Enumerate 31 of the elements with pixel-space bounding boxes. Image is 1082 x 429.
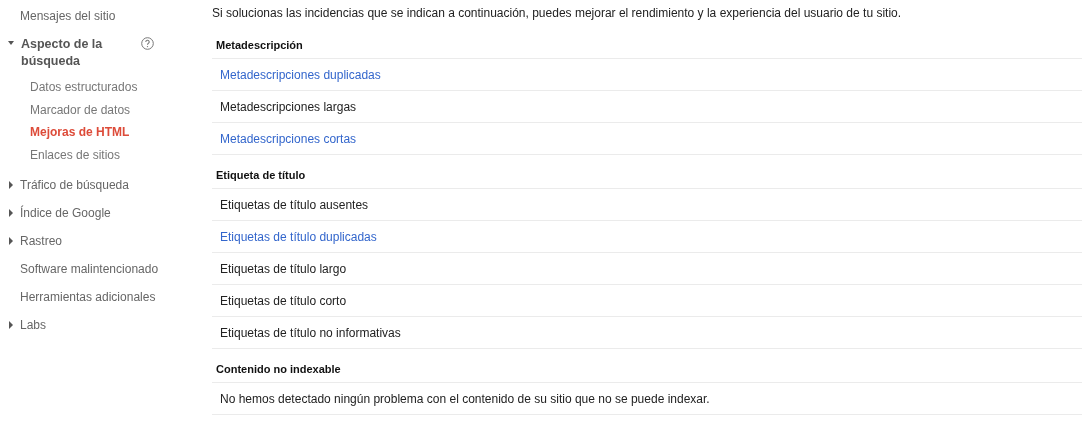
sidebar-item[interactable]: Índice de Google xyxy=(20,205,182,222)
sidebar-subitem[interactable]: Enlaces de sitios xyxy=(30,143,200,166)
issue-link[interactable]: Metadescripciones duplicadas xyxy=(220,67,381,82)
issue-link[interactable]: Etiquetas de título duplicadas xyxy=(220,229,377,244)
sidebar-item[interactable]: Software malintencionado xyxy=(20,261,182,278)
issue-text: No hemos detectado ningún problema con el contenido de su sitio que no se puede indexar. xyxy=(220,391,710,406)
issue-text: Etiquetas de título corto xyxy=(220,293,347,308)
expand-arrow-icon[interactable] xyxy=(9,181,13,189)
sidebar-subitem[interactable]: Marcador de datos xyxy=(30,98,200,121)
section-heading: Contenido no indexable xyxy=(212,362,1082,383)
sidebar-item[interactable]: Mensajes del sitio xyxy=(20,8,182,25)
collapse-arrow-icon[interactable] xyxy=(8,41,14,45)
expand-arrow-icon[interactable] xyxy=(9,209,13,217)
issue-text: Etiquetas de título largo xyxy=(220,261,347,276)
issue-text: Metadescripciones largas xyxy=(220,99,357,114)
sidebar-item[interactable]: Rastreo xyxy=(20,233,182,250)
sidebar-item[interactable]: Labs xyxy=(20,317,182,334)
expand-arrow-icon[interactable] xyxy=(9,237,13,245)
intro-text: Si solucionas las incidencias que se indican a continuación, puedes mejorar el rendimiento y la experiencia del usuario de tu sitio. xyxy=(212,6,903,21)
sidebar-subitem[interactable]: Mejoras de HTML xyxy=(30,121,200,144)
sidebar-subitem[interactable]: Datos estructurados xyxy=(30,76,200,99)
sidebar-item[interactable]: Aspecto de la búsqueda xyxy=(21,36,141,70)
issue-link[interactable]: Metadescripciones cortas xyxy=(220,131,357,146)
section-heading: Etiqueta de título xyxy=(212,168,1082,189)
sidebar-item[interactable]: Tráfico de búsqueda xyxy=(20,177,182,194)
issue-text: Etiquetas de título no informativas xyxy=(220,325,401,340)
sidebar-item[interactable]: Herramientas adicionales xyxy=(20,289,182,306)
expand-arrow-icon[interactable] xyxy=(9,321,13,329)
issue-text: Etiquetas de título ausentes xyxy=(220,197,369,212)
help-icon[interactable] xyxy=(141,37,154,50)
section-heading: Metadescripción xyxy=(212,38,1082,59)
